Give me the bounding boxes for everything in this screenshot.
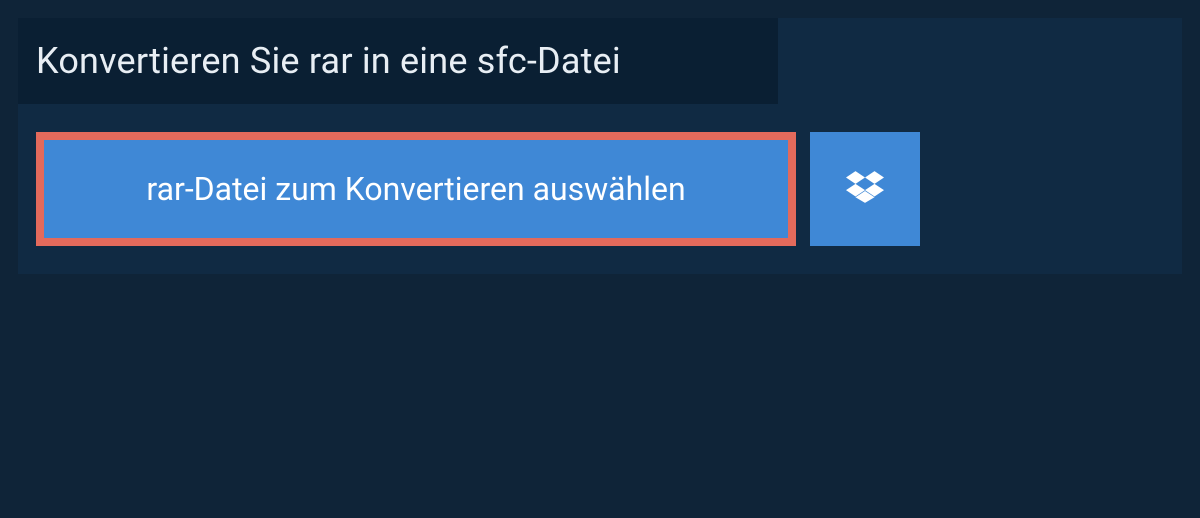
select-file-label: rar-Datei zum Konvertieren auswählen <box>146 170 685 208</box>
panel-header: Konvertieren Sie rar in eine sfc-Datei <box>18 18 778 104</box>
action-row: rar-Datei zum Konvertieren auswählen <box>18 104 1182 246</box>
dropbox-button[interactable] <box>810 132 920 246</box>
select-file-button[interactable]: rar-Datei zum Konvertieren auswählen <box>36 132 796 246</box>
dropbox-icon <box>846 168 884 210</box>
page-title: Konvertieren Sie rar in eine sfc-Datei <box>36 40 748 82</box>
converter-panel: Konvertieren Sie rar in eine sfc-Datei r… <box>18 18 1182 274</box>
